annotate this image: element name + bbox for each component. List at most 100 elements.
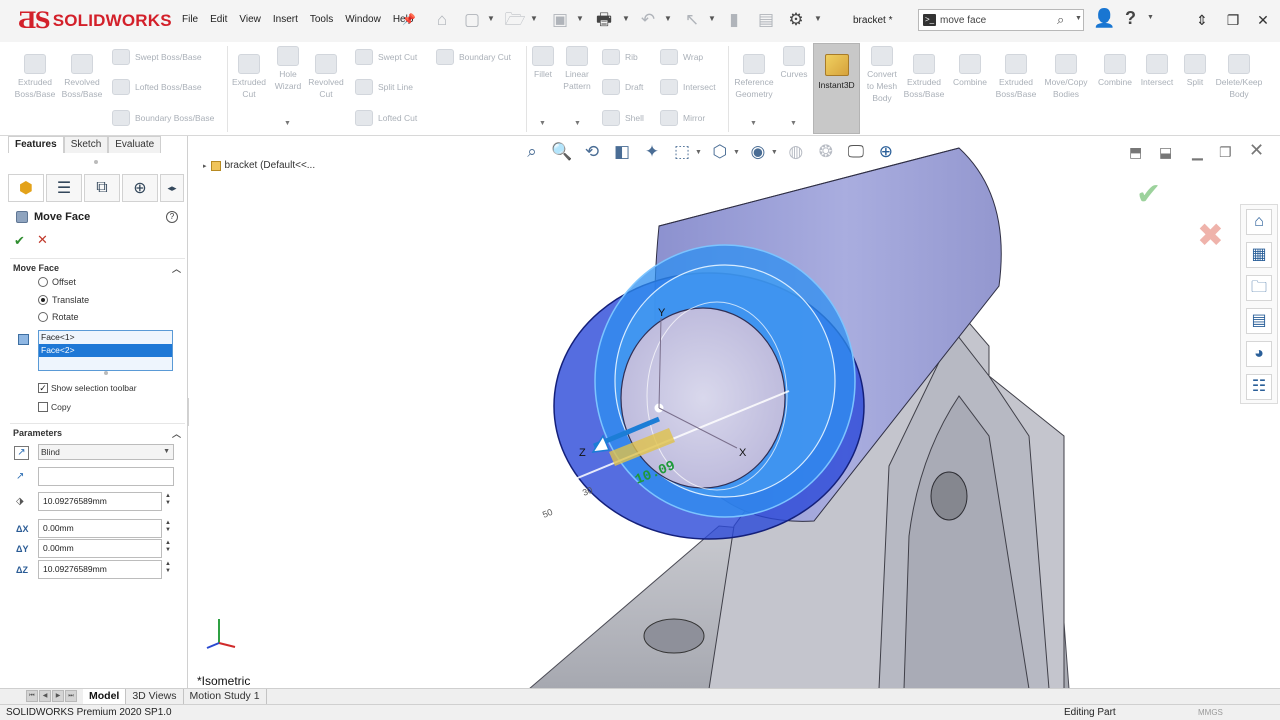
undo-icon[interactable]: ↶ [636, 8, 660, 32]
boundary-boss-button[interactable]: Boundary Boss/Base [112, 110, 214, 126]
extruded-boss-button-3[interactable]: Extruded Boss/Base [994, 54, 1038, 100]
hole-wizard-button[interactable]: Hole Wizard [270, 46, 306, 92]
chevron-down-icon[interactable]: ▼ [733, 149, 740, 156]
user-account-icon[interactable]: 👤 [1093, 8, 1115, 29]
distance-input[interactable]: 10.09276589mm [38, 492, 162, 511]
face-selection-list[interactable]: Face<1> Face<2> [38, 330, 173, 371]
open-folder-icon[interactable]: 🗁 [503, 8, 527, 32]
delta-x-input[interactable]: 0.00mm [38, 519, 162, 538]
view-palette-icon[interactable]: ▤ [1246, 308, 1272, 334]
target-icon[interactable]: ⊕ [874, 141, 898, 163]
select-dropdown-icon[interactable]: ▼ [708, 14, 716, 23]
prev-tab-icon[interactable]: ◀ [39, 690, 51, 702]
collapse-chevron-icon[interactable]: ︿ [172, 262, 181, 275]
swept-boss-button[interactable]: Swept Boss/Base [112, 49, 202, 65]
viewport-tile-icon[interactable]: ⬓ [1159, 144, 1172, 161]
print-icon[interactable]: 🖶 [592, 8, 616, 32]
custom-properties-icon[interactable]: ☷ [1246, 374, 1272, 400]
menu-window[interactable]: Window [339, 14, 387, 25]
reverse-direction-icon[interactable]: ↗ [14, 446, 29, 460]
display-manager-tab[interactable]: ◂▸ [160, 174, 184, 202]
hole-wizard-dropdown-icon[interactable]: ▼ [284, 120, 291, 127]
menu-insert[interactable]: Insert [267, 14, 304, 25]
shell-button[interactable]: Shell [602, 110, 644, 126]
show-selection-toolbar-checkbox[interactable]: ✓ Show selection toolbar [38, 383, 137, 393]
list-item[interactable]: Face<1> [39, 331, 172, 344]
hide-show-items-icon[interactable]: ◉ [746, 141, 770, 163]
last-tab-icon[interactable]: ⏭ [65, 690, 77, 702]
rebuild-icon[interactable]: ▮ [722, 8, 746, 32]
dimxpert-manager-tab[interactable]: ⊕ [122, 174, 158, 202]
previous-view-icon[interactable]: ⟲ [580, 141, 604, 163]
copy-checkbox[interactable]: Copy [38, 402, 71, 412]
unit-system[interactable]: MMGS [1198, 708, 1223, 717]
first-tab-icon[interactable]: ⏮ [26, 690, 38, 702]
help-icon[interactable]: ? [166, 211, 178, 223]
solidworks-resources-icon[interactable]: ⌂ [1246, 209, 1272, 235]
options-gear-icon[interactable]: ⚙ [784, 8, 808, 32]
list-resize-handle[interactable] [104, 371, 108, 375]
chevron-down-icon[interactable]: ▼ [695, 149, 702, 156]
list-item[interactable]: Face<2> [39, 344, 172, 357]
extruded-boss-button[interactable]: Extruded Boss/Base [14, 54, 56, 100]
pane-splitter-handle[interactable] [94, 160, 98, 164]
delta-y-spinner[interactable]: ▲ ▼ [164, 540, 172, 554]
revolved-boss-button[interactable]: Revolved Boss/Base [60, 54, 104, 100]
next-tab-icon[interactable]: ▶ [52, 690, 64, 702]
menu-edit[interactable]: Edit [204, 14, 233, 25]
extruded-cut-button[interactable]: Extruded Cut [230, 54, 268, 100]
translate-radio[interactable]: Translate [38, 295, 89, 305]
model-viewport[interactable]: 10.09 30 50 Y X Z [189, 136, 1280, 689]
delta-y-input[interactable]: 0.00mm [38, 539, 162, 558]
appearances-icon[interactable]: ◕ [1246, 341, 1272, 367]
swept-cut-button[interactable]: Swept Cut [355, 49, 417, 65]
help-icon[interactable]: ? [1125, 8, 1136, 29]
save-icon[interactable]: ▣ [548, 8, 572, 32]
fillet-button[interactable]: Fillet [529, 46, 557, 80]
view-orientation-icon[interactable]: ⬚ [670, 141, 694, 163]
combine-button-2[interactable]: Combine [1094, 54, 1136, 88]
lofted-cut-button[interactable]: Lofted Cut [355, 110, 417, 126]
linear-pattern-button[interactable]: Linear Pattern [560, 46, 594, 92]
combine-button[interactable]: Combine [948, 54, 992, 88]
graphics-area[interactable]: 10.09 30 50 Y X Z ▸ bracket (Default<<..… [189, 136, 1280, 689]
display-style-icon[interactable]: ⬡ [708, 141, 732, 163]
lofted-boss-button[interactable]: Lofted Boss/Base [112, 79, 202, 95]
tab-model[interactable]: Model [83, 689, 127, 705]
file-explorer-icon[interactable]: 🗀 [1246, 275, 1272, 301]
curves-dropdown-icon[interactable]: ▼ [790, 120, 797, 127]
reference-geometry-button[interactable]: Reference Geometry [732, 54, 776, 100]
feature-tree-flyout[interactable]: ▸ bracket (Default<<... [203, 160, 315, 171]
chevron-down-icon[interactable]: ▼ [771, 149, 778, 156]
close-window-icon[interactable]: ✕ [1252, 9, 1274, 31]
viewport-close-icon[interactable]: ✕ [1249, 140, 1264, 161]
pin-menu-icon[interactable]: 📌 [402, 13, 416, 26]
viewport-restore-icon[interactable]: ⬒ [1129, 144, 1142, 161]
zoom-to-area-icon[interactable]: 🔍 [550, 141, 574, 163]
confirm-ok-icon[interactable]: ✔ [1136, 177, 1161, 212]
split-line-button[interactable]: Split Line [355, 79, 413, 95]
maximize-window-icon[interactable]: ❐ [1222, 9, 1244, 31]
search-icon[interactable]: ⌕ [1057, 12, 1064, 28]
extruded-boss-button-2[interactable]: Extruded Boss/Base [902, 54, 946, 100]
delta-z-spinner[interactable]: ▲ ▼ [164, 561, 172, 575]
new-document-icon[interactable]: ▢ [460, 8, 484, 32]
rotate-radio[interactable]: Rotate [38, 312, 79, 322]
search-input[interactable] [940, 12, 1050, 28]
direction-reference-field[interactable] [38, 467, 174, 486]
design-library-icon[interactable]: ▦ [1246, 242, 1272, 268]
cancel-button[interactable]: ✕ [37, 232, 48, 248]
delta-x-spinner[interactable]: ▲ ▼ [164, 520, 172, 534]
curves-button[interactable]: Curves [778, 46, 810, 80]
confirm-cancel-icon[interactable]: ✖ [1197, 216, 1224, 254]
undo-dropdown-icon[interactable]: ▼ [664, 14, 672, 23]
help-dropdown-icon[interactable]: ▼ [1147, 14, 1154, 21]
view-settings-icon[interactable]: 🖵 [844, 141, 868, 163]
zoom-to-fit-icon[interactable]: ⌕ [520, 141, 544, 163]
move-copy-bodies-button[interactable]: Move/Copy Bodies [1040, 54, 1092, 100]
print-dropdown-icon[interactable]: ▼ [622, 14, 630, 23]
move-face-section-header[interactable]: Move Face ︿ [10, 258, 185, 274]
save-dropdown-icon[interactable]: ▼ [576, 14, 584, 23]
rib-button[interactable]: Rib [602, 49, 638, 65]
pattern-dropdown-icon[interactable]: ▼ [574, 120, 581, 127]
